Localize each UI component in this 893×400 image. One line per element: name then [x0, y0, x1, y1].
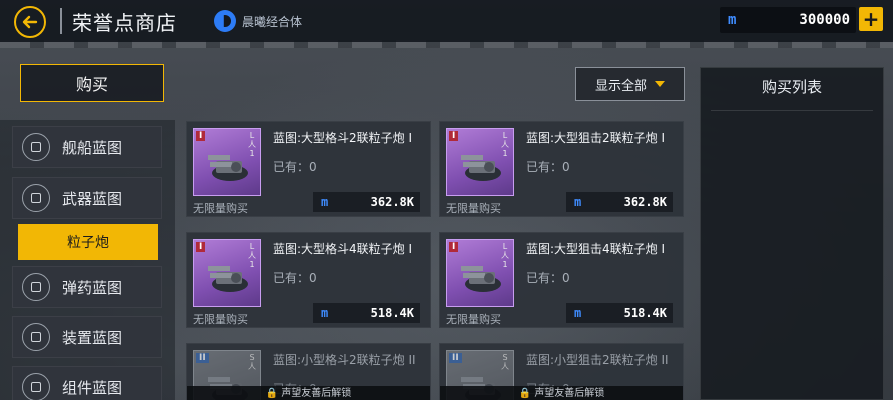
- chevron-down-icon: [655, 81, 665, 87]
- product-name: 蓝图:小型格斗2联粒子炮 II: [273, 353, 416, 367]
- tier-badge: II: [196, 353, 209, 363]
- particle-cannon-icon: [461, 155, 501, 181]
- blueprint-icon: [22, 373, 50, 400]
- sidebar-item-label: 舰船蓝图: [62, 138, 123, 157]
- currency-display: m 300000: [720, 7, 856, 33]
- blueprint-icon: [22, 323, 50, 351]
- currency-amount: 300000: [799, 12, 850, 28]
- blueprint-icon: [22, 184, 50, 212]
- price-value: 518.4K: [623, 306, 667, 320]
- product-name: 蓝图:大型格斗4联粒子炮 I: [273, 242, 413, 256]
- purchase-list-divider: [711, 110, 873, 111]
- tier-badge: I: [196, 131, 206, 141]
- product-thumbnail: IL人1: [193, 128, 261, 196]
- blueprint-icon: [22, 133, 50, 161]
- sidebar-item-device-blueprints[interactable]: 装置蓝图: [12, 316, 162, 358]
- price-value: 362.8K: [623, 195, 667, 209]
- product-name: 蓝图:小型狙击2联粒子炮 II: [526, 353, 669, 367]
- tier-badge: I: [449, 242, 459, 252]
- price-tag: m 518.4K: [313, 303, 420, 323]
- faction-name: 晨曦经合体: [242, 14, 303, 29]
- faction-logo-icon: [214, 10, 236, 32]
- unlock-requirement: 🔒 声望友善后解锁: [187, 386, 430, 400]
- product-owned: 已有：0: [273, 271, 317, 285]
- unlock-text: 声望友善后解锁: [281, 388, 352, 399]
- price-value: 362.8K: [370, 195, 414, 209]
- product-thumbnail: IL人1: [446, 128, 514, 196]
- product-card[interactable]: I L 人 1 蓝图:大型狙击2联粒子炮 I 已有：0 无限量购买 m 362.8K: [439, 121, 684, 217]
- product-name: 蓝图:大型格斗2联粒子炮 I: [273, 131, 413, 145]
- tier-badge: II: [449, 353, 462, 363]
- purchase-limit: 无限量购买: [193, 313, 248, 326]
- sidebar-item-label: 组件蓝图: [62, 378, 123, 397]
- sidebar-subitem-particle-cannon[interactable]: 粒子炮: [18, 224, 158, 260]
- faction-brand: 晨曦经合体: [214, 10, 302, 32]
- sidebar-item-label: 武器蓝图: [62, 189, 123, 208]
- top-bar: 荣誉点商店 晨曦经合体 m 300000 +: [0, 0, 893, 42]
- credits-icon: m: [321, 195, 329, 209]
- product-card[interactable]: I L 人 1 蓝图:大型格斗4联粒子炮 I 已有：0 无限量购买 m 518.4K: [186, 232, 431, 328]
- purchase-list-title: 购买列表: [761, 78, 822, 96]
- sidebar-item-ammo-blueprints[interactable]: 弹药蓝图: [12, 266, 162, 308]
- product-card[interactable]: IIS人蓝图:小型格斗2联粒子炮 II已有：0🔒 声望友善后解锁: [186, 343, 431, 400]
- buy-tab[interactable]: 购买: [20, 64, 164, 102]
- product-owned: 已有：0: [273, 160, 317, 174]
- blueprint-icon: [22, 273, 50, 301]
- particle-cannon-icon: [208, 155, 248, 181]
- purchase-limit: 无限量购买: [446, 313, 501, 326]
- credits-icon: m: [728, 12, 737, 28]
- product-name: 蓝图:大型狙击4联粒子炮 I: [526, 242, 666, 256]
- particle-cannon-icon: [461, 266, 501, 292]
- credits-icon: m: [321, 306, 329, 320]
- product-card[interactable]: I L 人 1 蓝图:大型格斗2联粒子炮 I 已有：0 无限量购买 m 362.8K: [186, 121, 431, 217]
- filter-selected: 显示全部: [594, 78, 647, 94]
- product-owned: 已有：0: [526, 160, 570, 174]
- product-thumbnail: IL人1: [446, 239, 514, 307]
- price-tag: m 362.8K: [566, 192, 673, 212]
- product-card[interactable]: I L 人 1 蓝图:大型狙击4联粒子炮 I 已有：0 无限量购买 m 518.4K: [439, 232, 684, 328]
- sidebar-item-label: 弹药蓝图: [62, 278, 123, 297]
- sidebar-item-component-blueprints[interactable]: 组件蓝图: [12, 366, 162, 400]
- add-currency-button[interactable]: +: [859, 7, 883, 31]
- credits-icon: m: [574, 195, 582, 209]
- purchase-limit: 无限量购买: [446, 202, 501, 215]
- title-divider: [60, 8, 62, 34]
- product-owned: 已有：0: [526, 271, 570, 285]
- tier-badge: I: [196, 242, 206, 252]
- purchase-list-panel: 购买列表: [700, 67, 884, 400]
- filter-dropdown[interactable]: 显示全部: [575, 67, 685, 101]
- unlock-text: 声望友善后解锁: [534, 388, 605, 399]
- credits-icon: m: [574, 306, 582, 320]
- price-value: 518.4K: [370, 306, 414, 320]
- price-tag: m 362.8K: [313, 192, 420, 212]
- particle-cannon-icon: [208, 266, 248, 292]
- product-name: 蓝图:大型狙击2联粒子炮 I: [526, 131, 666, 145]
- unlock-requirement: 🔒 声望友善后解锁: [440, 386, 683, 400]
- product-card[interactable]: IIS人蓝图:小型狙击2联粒子炮 II已有：0🔒 声望友善后解锁: [439, 343, 684, 400]
- purchase-limit: 无限量购买: [193, 202, 248, 215]
- product-thumbnail: IL人1: [193, 239, 261, 307]
- sidebar-item-label: 装置蓝图: [62, 328, 123, 347]
- arrow-left-icon: [22, 15, 38, 29]
- tier-badge: I: [449, 131, 459, 141]
- back-button[interactable]: [14, 6, 46, 38]
- price-tag: m 518.4K: [566, 303, 673, 323]
- sidebar-item-weapon-blueprints[interactable]: 武器蓝图: [12, 177, 162, 219]
- sidebar-item-ship-blueprints[interactable]: 舰船蓝图: [12, 126, 162, 168]
- page-title: 荣誉点商店: [72, 11, 177, 35]
